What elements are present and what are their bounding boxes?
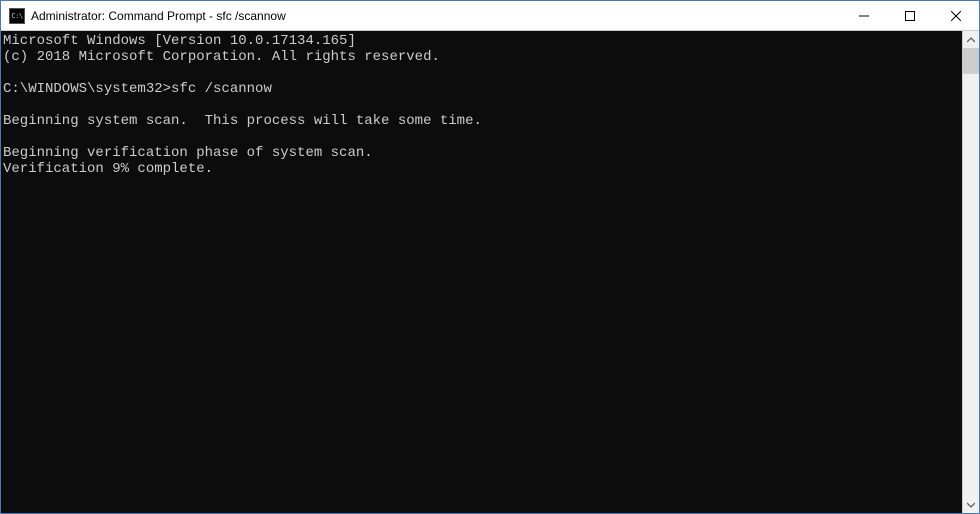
terminal-line [3, 129, 962, 145]
window-controls [841, 1, 979, 30]
vertical-scrollbar[interactable] [962, 31, 979, 513]
terminal-line: (c) 2018 Microsoft Corporation. All righ… [3, 49, 962, 65]
command-prompt-window: C:\ Administrator: Command Prompt - sfc … [0, 0, 980, 514]
titlebar[interactable]: C:\ Administrator: Command Prompt - sfc … [1, 1, 979, 31]
terminal-line: Beginning system scan. This process will… [3, 113, 962, 129]
scroll-thumb[interactable] [963, 48, 979, 74]
close-icon [951, 11, 961, 21]
minimize-icon [859, 11, 869, 21]
app-icon-text: C:\ [11, 12, 22, 20]
maximize-button[interactable] [887, 1, 933, 30]
close-button[interactable] [933, 1, 979, 30]
terminal-line: Beginning verification phase of system s… [3, 145, 962, 161]
terminal-line: C:\WINDOWS\system32>sfc /scannow [3, 81, 962, 97]
scroll-track[interactable] [963, 48, 979, 496]
scroll-up-button[interactable] [963, 31, 979, 48]
app-icon: C:\ [9, 8, 25, 24]
window-title: Administrator: Command Prompt - sfc /sca… [31, 9, 841, 23]
terminal-line: Verification 9% complete. [3, 161, 962, 177]
chevron-up-icon [967, 36, 975, 44]
terminal-line [3, 65, 962, 81]
terminal-line: Microsoft Windows [Version 10.0.17134.16… [3, 33, 962, 49]
minimize-button[interactable] [841, 1, 887, 30]
chevron-down-icon [967, 501, 975, 509]
terminal-line [3, 97, 962, 113]
content-area: Microsoft Windows [Version 10.0.17134.16… [1, 31, 979, 513]
scroll-down-button[interactable] [963, 496, 979, 513]
maximize-icon [905, 11, 915, 21]
terminal-output[interactable]: Microsoft Windows [Version 10.0.17134.16… [1, 31, 962, 513]
